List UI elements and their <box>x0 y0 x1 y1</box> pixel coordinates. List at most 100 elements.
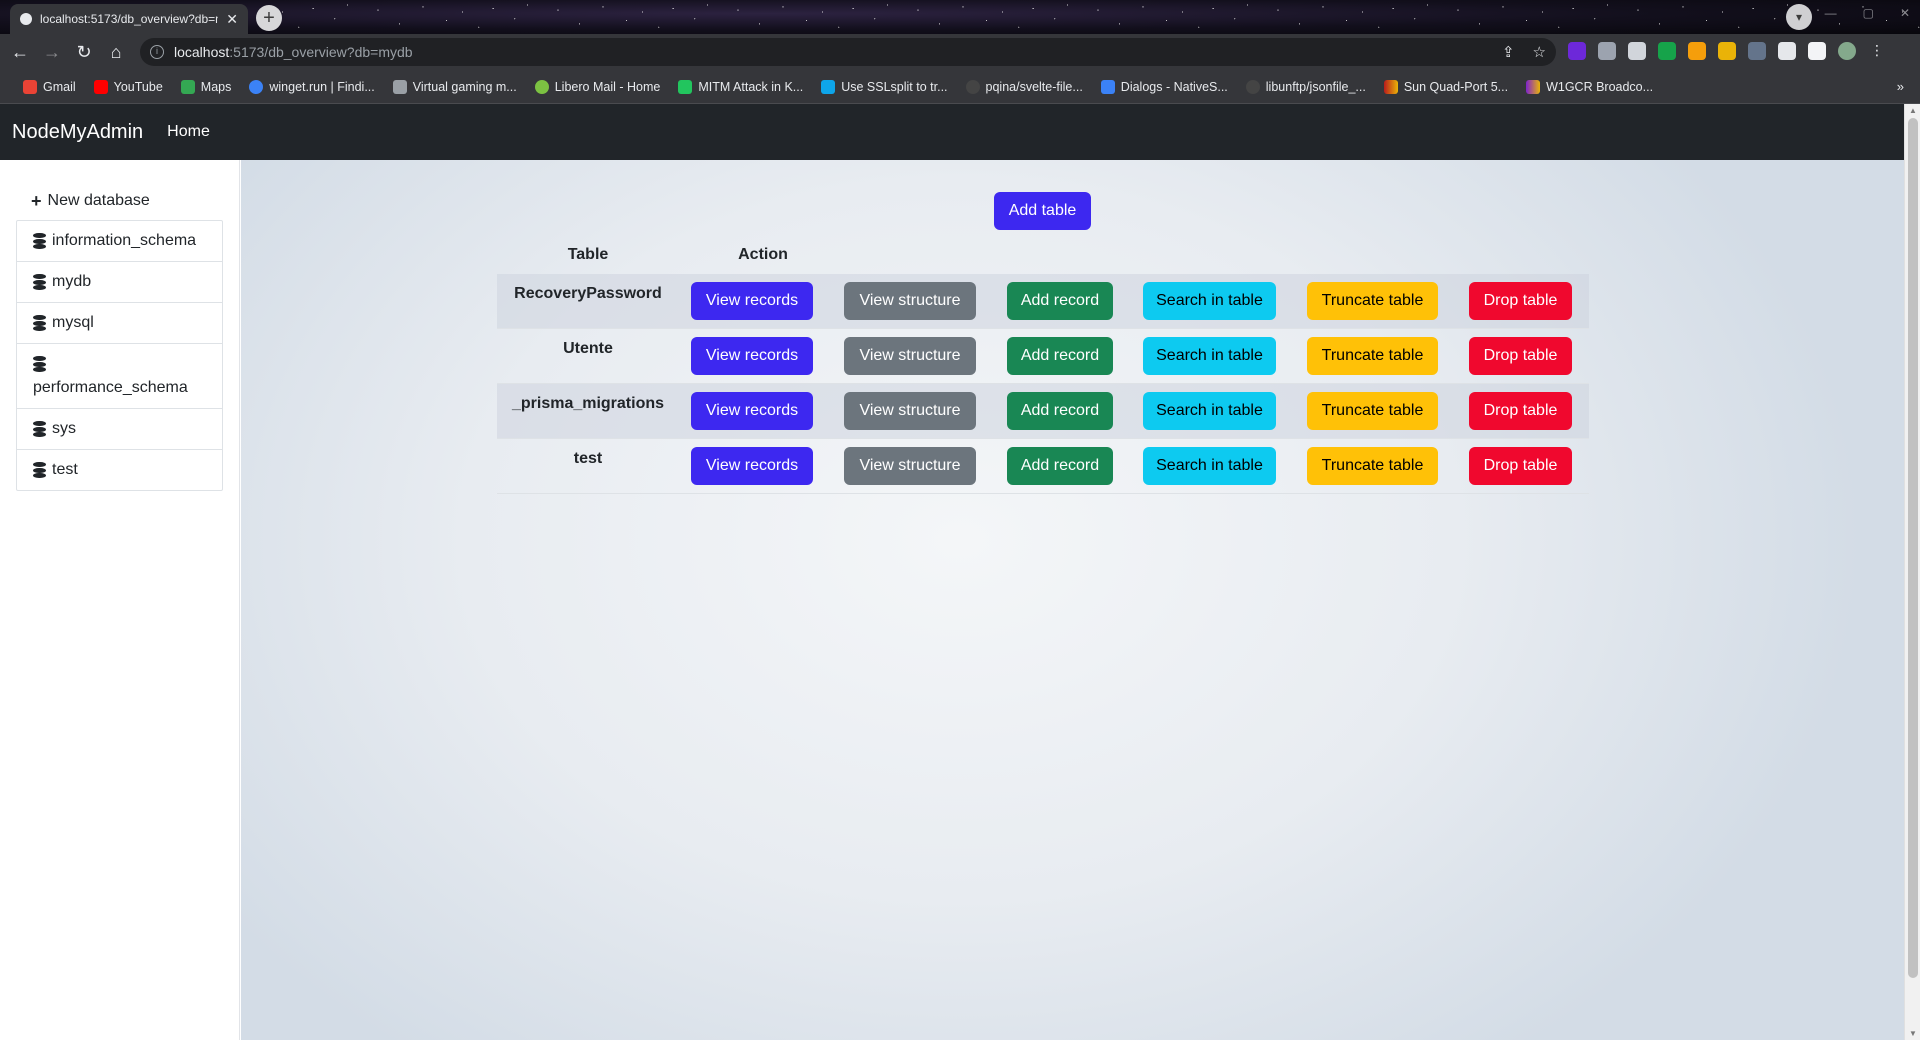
bookmark-winget[interactable]: winget.run | Findi... <box>240 79 383 94</box>
address-bar[interactable]: i localhost :5173/db_overview?db=mydb ⇪ … <box>140 38 1556 66</box>
new-tab-button[interactable]: + <box>256 5 282 31</box>
browser-tab-active[interactable]: localhost:5173/db_overview?db=mydb ✕ <box>10 4 248 34</box>
page-scrollbar[interactable]: ▲ ▼ <box>1904 104 1920 1040</box>
tab-title: localhost:5173/db_overview?db=mydb <box>40 12 218 26</box>
search-in-table-button[interactable]: Search in table <box>1143 282 1276 320</box>
view-structure-button[interactable]: View structure <box>844 447 976 485</box>
database-label: test <box>52 461 78 478</box>
truncate-table-button[interactable]: Truncate table <box>1307 447 1438 485</box>
row-actions: View records View structure Add record S… <box>679 392 1589 430</box>
colorbar-icon <box>1526 79 1541 94</box>
truncate-table-button[interactable]: Truncate table <box>1307 392 1438 430</box>
youtube-icon <box>93 79 108 94</box>
puzzle-icon[interactable] <box>1778 42 1796 60</box>
more-bookmarks-icon[interactable]: » <box>1897 79 1904 94</box>
search-in-table-button[interactable]: Search in table <box>1143 337 1276 375</box>
reload-icon[interactable]: ↻ <box>68 42 100 63</box>
extension-icon[interactable] <box>1748 42 1766 60</box>
sidebar-item-test[interactable]: test <box>17 450 222 490</box>
bookmark-mitm[interactable]: MITM Attack in K... <box>669 79 812 94</box>
tab-close-icon[interactable]: ✕ <box>226 11 238 28</box>
home-icon[interactable]: ⌂ <box>100 42 132 63</box>
database-icon <box>33 315 46 331</box>
table-row: Utente View records View structure Add r… <box>497 329 1589 384</box>
bookmark-w1gcr[interactable]: W1GCR Broadco... <box>1517 79 1662 94</box>
tables-table: Table Action RecoveryPassword View recor… <box>497 236 1589 494</box>
search-in-table-button[interactable]: Search in table <box>1143 392 1276 430</box>
scroll-down-icon[interactable]: ▼ <box>1909 1029 1917 1038</box>
add-record-button[interactable]: Add record <box>1007 337 1113 375</box>
extension-icon[interactable] <box>1628 42 1646 60</box>
bookmark-label: Use SSLsplit to tr... <box>841 79 948 94</box>
view-records-button[interactable]: View records <box>691 282 813 320</box>
forward-arrow-icon[interactable]: → <box>36 42 68 63</box>
bookmark-dialogs[interactable]: Dialogs - NativeS... <box>1092 79 1237 94</box>
database-icon <box>33 233 46 249</box>
minimize-icon[interactable]: — <box>1825 6 1837 20</box>
nav-home-link[interactable]: Home <box>167 123 210 141</box>
bookmark-label: Virtual gaming m... <box>412 79 517 94</box>
drop-table-button[interactable]: Drop table <box>1469 447 1572 485</box>
add-record-button[interactable]: Add record <box>1007 392 1113 430</box>
drop-table-button[interactable]: Drop table <box>1469 337 1572 375</box>
sidebar-item-mydb[interactable]: mydb <box>17 262 222 303</box>
extension-icon[interactable] <box>1688 42 1706 60</box>
profile-avatar[interactable] <box>1838 42 1856 60</box>
view-structure-button[interactable]: View structure <box>844 337 976 375</box>
sidepanel-icon[interactable] <box>1808 42 1826 60</box>
browser-tabstrip: localhost:5173/db_overview?db=mydb ✕ + ▾… <box>0 0 1920 34</box>
extension-icon[interactable] <box>1598 42 1616 60</box>
truncate-table-button[interactable]: Truncate table <box>1307 337 1438 375</box>
extension-icon[interactable] <box>1568 42 1586 60</box>
search-in-table-button[interactable]: Search in table <box>1143 447 1276 485</box>
database-label: performance_schema <box>33 379 188 396</box>
sidebar-item-sys[interactable]: sys <box>17 409 222 450</box>
app-viewport: NodeMyAdmin Home + New database informat… <box>0 104 1920 1040</box>
bookmark-gmail[interactable]: Gmail <box>14 79 85 94</box>
scrollbar-thumb[interactable] <box>1908 118 1918 978</box>
github-icon <box>965 79 980 94</box>
bookmark-maps[interactable]: Maps <box>172 79 241 94</box>
table-row: _prisma_migrations View records View str… <box>497 384 1589 439</box>
truncate-table-button[interactable]: Truncate table <box>1307 282 1438 320</box>
menu-kebab-icon[interactable]: ⋮ <box>1868 42 1886 60</box>
sidebar-item-information-schema[interactable]: information_schema <box>17 221 222 262</box>
back-arrow-icon[interactable]: ← <box>4 42 36 63</box>
bookmark-svelte-file[interactable]: pqina/svelte-file... <box>957 79 1092 94</box>
extensions-area: ⋮ <box>1568 42 1886 60</box>
view-structure-button[interactable]: View structure <box>844 282 976 320</box>
view-records-button[interactable]: View records <box>691 337 813 375</box>
add-record-button[interactable]: Add record <box>1007 447 1113 485</box>
add-record-button[interactable]: Add record <box>1007 282 1113 320</box>
extension-icon[interactable] <box>1658 42 1676 60</box>
table-name: Utente <box>563 340 613 357</box>
bookmark-libero[interactable]: Libero Mail - Home <box>526 79 670 94</box>
bookmark-sslsplit[interactable]: Use SSLsplit to tr... <box>812 79 956 94</box>
extension-icon[interactable] <box>1718 42 1736 60</box>
table-name: _prisma_migrations <box>511 395 665 412</box>
sidebar-item-mysql[interactable]: mysql <box>17 303 222 344</box>
new-database-link[interactable]: + New database <box>16 184 223 218</box>
maximize-icon[interactable]: ▢ <box>1863 6 1874 20</box>
bookmark-sun-quad[interactable]: Sun Quad-Port 5... <box>1375 79 1517 94</box>
view-structure-button[interactable]: View structure <box>844 392 976 430</box>
bookmark-libunftp[interactable]: libunftp/jsonfile_... <box>1237 79 1375 94</box>
scroll-up-icon[interactable]: ▲ <box>1909 106 1917 115</box>
view-records-button[interactable]: View records <box>691 447 813 485</box>
bookmark-youtube[interactable]: YouTube <box>85 79 172 94</box>
database-icon <box>33 356 46 372</box>
drop-table-button[interactable]: Drop table <box>1469 392 1572 430</box>
window-close-icon[interactable]: ✕ <box>1900 6 1910 20</box>
url-host: localhost <box>174 44 230 60</box>
drop-table-button[interactable]: Drop table <box>1469 282 1572 320</box>
tab-search-icon[interactable]: ▾ <box>1786 4 1812 30</box>
view-records-button[interactable]: View records <box>691 392 813 430</box>
bookmark-star-icon[interactable]: ☆ <box>1533 43 1546 61</box>
sidebar-item-performance-schema[interactable]: performance_schema <box>17 344 222 409</box>
winget-icon <box>249 79 264 94</box>
bookmark-virtual-gaming[interactable]: Virtual gaming m... <box>384 79 526 94</box>
share-icon[interactable]: ⇪ <box>1502 43 1515 61</box>
brand-logo[interactable]: NodeMyAdmin <box>12 121 143 144</box>
site-info-icon[interactable]: i <box>150 45 164 59</box>
add-table-button[interactable]: Add table <box>994 192 1091 230</box>
